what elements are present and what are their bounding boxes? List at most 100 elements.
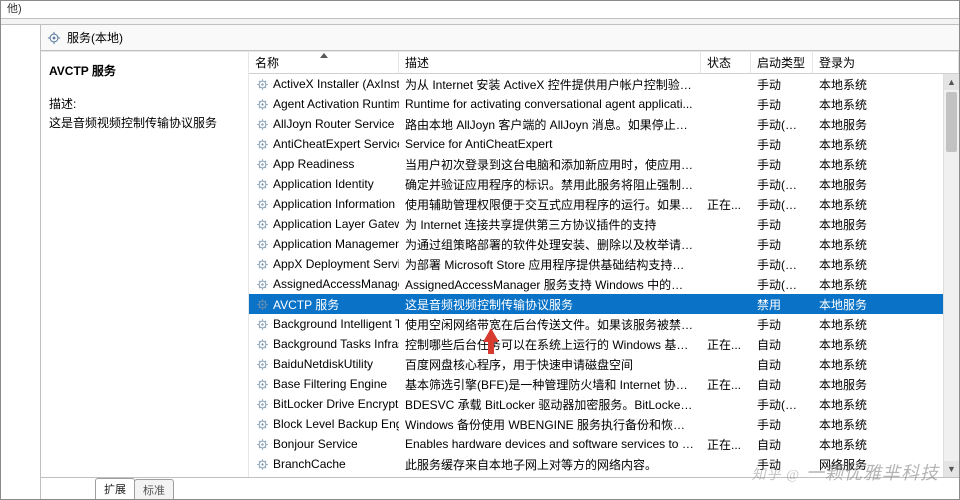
cell-name: Agent Activation Runtime...	[249, 97, 399, 111]
cell-start: 手动(触发...	[751, 396, 813, 413]
cell-name: ActiveX Installer (AxInstSV)	[249, 77, 399, 91]
content-title: 服务(本地)	[67, 29, 123, 46]
cell-name: BranchCache	[249, 457, 399, 471]
vertical-scrollbar[interactable]: ▲ ▼	[943, 74, 959, 477]
cell-name: Application Information	[249, 197, 399, 211]
detail-desc-text: 这是音频视频控制传输协议服务	[49, 114, 238, 133]
cell-start: 手动	[751, 76, 813, 93]
col-status[interactable]: 状态	[701, 52, 751, 73]
service-row[interactable]: AVCTP 服务这是音频视频控制传输协议服务禁用本地服务	[249, 294, 959, 314]
service-row[interactable]: Block Level Backup Engi...Windows 备份使用 W…	[249, 414, 959, 434]
tab-extended[interactable]: 扩展	[95, 478, 135, 500]
service-list[interactable]: ActiveX Installer (AxInstSV)为从 Internet …	[249, 74, 959, 477]
service-row[interactable]: CaptureService_6e082为调用 Windows.Graphics…	[249, 474, 959, 477]
tab-standard[interactable]: 标准	[134, 479, 174, 500]
cell-logon: 本地系统	[813, 136, 959, 153]
service-name-text: AppX Deployment Servic...	[273, 257, 399, 271]
cell-name: Application Identity	[249, 177, 399, 191]
cell-name: AVCTP 服务	[249, 296, 399, 313]
service-name-text: Application Management	[273, 237, 399, 251]
service-row[interactable]: Agent Activation Runtime...Runtime for a…	[249, 94, 959, 114]
content-pane: 服务(本地) AVCTP 服务 描述: 这是音频视频控制传输协议服务 名称 描述…	[41, 25, 959, 499]
service-row[interactable]: AssignedAccessManager...AssignedAccessMa…	[249, 274, 959, 294]
service-name-text: BitLocker Drive Encryptio...	[273, 397, 399, 411]
service-row[interactable]: Application Information使用辅助管理权限便于交互式应用程序…	[249, 194, 959, 214]
service-name-text: Base Filtering Engine	[273, 377, 387, 391]
scroll-up-icon[interactable]: ▲	[944, 74, 959, 90]
service-row[interactable]: BaiduNetdiskUtility百度网盘核心程序，用于快速申请磁盘空间自动…	[249, 354, 959, 374]
cell-logon: 本地系统	[813, 236, 959, 253]
tree-pane[interactable]	[1, 25, 41, 499]
cell-desc: 此服务缓存来自本地子网上对等方的网络内容。	[399, 456, 701, 473]
service-row[interactable]: Application Layer Gatewa...为 Internet 连接…	[249, 214, 959, 234]
cell-start: 手动(触发...	[751, 196, 813, 213]
cell-name: Bonjour Service	[249, 437, 399, 451]
gear-icon	[255, 337, 269, 351]
services-icon	[47, 31, 61, 45]
cell-status: 正在...	[701, 376, 751, 393]
cell-desc: 这是音频视频控制传输协议服务	[399, 296, 701, 313]
service-row[interactable]: AllJoyn Router Service 路由本地 AllJoyn 客户端的 …	[249, 114, 959, 134]
cell-desc: 基本筛选引擎(BFE)是一种管理防火墙和 Internet 协议安全...	[399, 376, 701, 393]
col-desc[interactable]: 描述	[399, 52, 701, 73]
service-row[interactable]: AntiCheatExpert ServiceService for AntiC…	[249, 134, 959, 154]
col-start[interactable]: 启动类型	[751, 52, 813, 73]
cell-start: 手动	[751, 136, 813, 153]
content-body: AVCTP 服务 描述: 这是音频视频控制传输协议服务 名称 描述 状态 启动类…	[41, 51, 959, 477]
cell-name: Background Tasks Infras...	[249, 337, 399, 351]
service-row[interactable]: Bonjour ServiceEnables hardware devices …	[249, 434, 959, 454]
cell-logon: 本地服务	[813, 116, 959, 133]
scroll-down-icon[interactable]: ▼	[944, 461, 959, 477]
service-row[interactable]: Background Intelligent T...使用空闲网络带宽在后台传送…	[249, 314, 959, 334]
service-row[interactable]: BranchCache此服务缓存来自本地子网上对等方的网络内容。手动网络服务	[249, 454, 959, 474]
detail-desc-label: 描述:	[49, 95, 238, 112]
service-name-text: App Readiness	[273, 157, 354, 171]
cell-start: 手动(触发...	[751, 116, 813, 133]
service-name-text: Agent Activation Runtime...	[273, 97, 399, 111]
service-row[interactable]: App Readiness当用户初次登录到这台电脑和添加新应用时，使应用进入..…	[249, 154, 959, 174]
cell-logon: 本地系统	[813, 256, 959, 273]
scroll-thumb[interactable]	[946, 92, 957, 152]
col-logon[interactable]: 登录为	[813, 52, 959, 73]
cell-start: 手动	[751, 456, 813, 473]
cell-start: 手动(触发...	[751, 256, 813, 273]
cell-status: 正在...	[701, 196, 751, 213]
service-name-text: AssignedAccessManager...	[273, 277, 399, 291]
service-row[interactable]: Background Tasks Infras...控制哪些后台任务可以在系统上…	[249, 334, 959, 354]
gear-icon	[255, 277, 269, 291]
cell-start: 自动	[751, 376, 813, 393]
cell-desc: 路由本地 AllJoyn 客户端的 AllJoyn 消息。如果停止此服...	[399, 116, 701, 133]
cell-desc: Runtime for activating conversational ag…	[399, 97, 701, 111]
service-name-text: Application Identity	[273, 177, 374, 191]
gear-icon	[255, 397, 269, 411]
service-row[interactable]: Base Filtering Engine 基本筛选引擎(BFE)是一种管理防火墙…	[249, 374, 959, 394]
detail-service-name: AVCTP 服务	[49, 62, 238, 79]
gear-icon	[255, 437, 269, 451]
service-row[interactable]: Application Identity 确定并验证应用程序的标识。禁用此服务将阻…	[249, 174, 959, 194]
cell-name: AntiCheatExpert Service	[249, 137, 399, 151]
cell-desc: 使用空闲网络带宽在后台传送文件。如果该服务被禁用，...	[399, 316, 701, 333]
cell-logon: 本地服务	[813, 176, 959, 193]
service-row[interactable]: Application Management为通过组策略部署的软件处理安装、删除…	[249, 234, 959, 254]
cell-name: BaiduNetdiskUtility	[249, 357, 399, 371]
col-name[interactable]: 名称	[249, 52, 399, 73]
gear-icon	[255, 237, 269, 251]
cell-desc: 为调用 Windows.Graphics.Capture API 的应用程序启用…	[399, 476, 701, 478]
service-row[interactable]: AppX Deployment Servic...为部署 Microsoft S…	[249, 254, 959, 274]
detail-pane: AVCTP 服务 描述: 这是音频视频控制传输协议服务	[41, 52, 249, 477]
column-headers[interactable]: 名称 描述 状态 启动类型 登录为	[249, 52, 959, 74]
service-row[interactable]: ActiveX Installer (AxInstSV)为从 Internet …	[249, 74, 959, 94]
cell-desc: 确定并验证应用程序的标识。禁用此服务将阻止强制执行...	[399, 176, 701, 193]
cell-desc: 为 Internet 连接共享提供第三方协议插件的支持	[399, 216, 701, 233]
cell-name: AppX Deployment Servic...	[249, 257, 399, 271]
cell-logon: 本地系统	[813, 316, 959, 333]
service-row[interactable]: BitLocker Drive Encryptio...BDESVC 承载 Bi…	[249, 394, 959, 414]
menubar-fragment: 他)	[1, 1, 959, 19]
cell-desc: Enables hardware devices and software se…	[399, 437, 701, 451]
gear-icon	[255, 177, 269, 191]
service-name-text: AVCTP 服务	[273, 296, 339, 313]
cell-start: 手动(触发...	[751, 176, 813, 193]
service-name-text: AllJoyn Router Service	[273, 117, 394, 131]
gear-icon	[255, 297, 269, 311]
cell-name: BitLocker Drive Encryptio...	[249, 397, 399, 411]
